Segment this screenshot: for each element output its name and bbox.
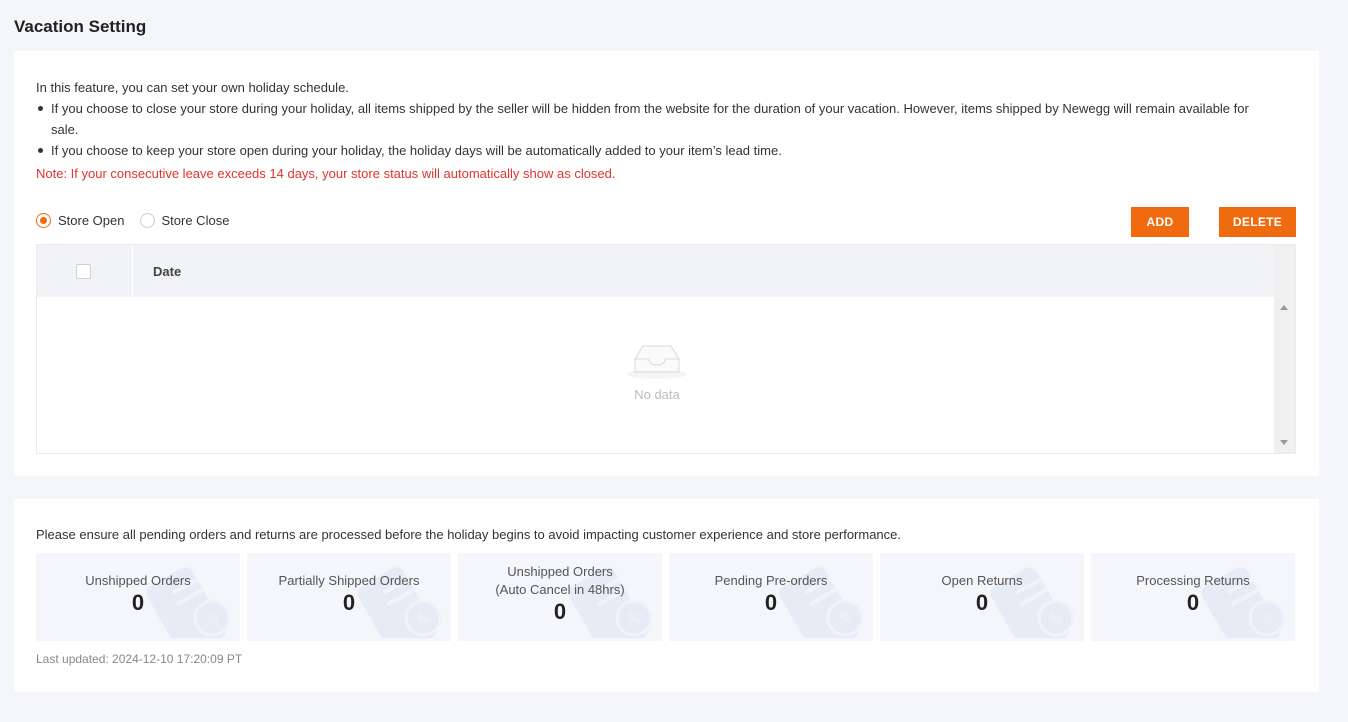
intro-line: In this feature, you can set your own ho… <box>36 80 349 95</box>
stat-label-line1: Unshipped Orders <box>85 573 191 588</box>
stat-tile[interactable]: Unshipped Orders 0% <box>36 553 240 641</box>
last-updated: Last updated: 2024-12-10 17:20:09 PT <box>36 652 243 666</box>
empty-inbox-icon <box>627 345 687 379</box>
stat-label-line1: Processing Returns <box>1136 573 1250 588</box>
stat-value: 0 <box>342 590 356 615</box>
add-button[interactable]: ADD <box>1131 207 1189 237</box>
select-all-checkbox[interactable] <box>76 264 91 279</box>
date-column-header[interactable]: Date <box>153 264 181 279</box>
stat-label: Open Returns <box>880 572 1084 590</box>
stat-label: Unshipped Orders (Auto Cancel in 48hrs) <box>458 563 662 599</box>
stat-value: 0 <box>553 599 567 624</box>
stats-row: Unshipped Orders 0% Partially Shipped Orde… <box>36 553 1295 641</box>
store-close-label: Store Close <box>161 213 230 228</box>
stat-label: Partially Shipped Orders <box>247 572 451 590</box>
stat-value: 0 <box>975 590 989 615</box>
table-header: Date <box>37 245 1275 297</box>
radio-unchecked-icon[interactable] <box>139 213 155 228</box>
store-status-radio-group: Store Open Store Close <box>36 213 244 228</box>
stat-label-line1: Unshipped Orders <box>507 564 613 579</box>
stat-value: 0 <box>131 590 145 615</box>
store-open-radio[interactable]: Store Open <box>36 213 125 228</box>
page-title: Vacation Setting <box>14 17 147 36</box>
vacation-settings-card: In this feature, you can set your own ho… <box>14 51 1319 476</box>
stat-tile[interactable]: Pending Pre-orders 0% <box>669 553 873 641</box>
holiday-table: Date No data <box>36 244 1296 454</box>
stat-tile[interactable]: Unshipped Orders (Auto Cancel in 48hrs) 0% <box>458 553 662 641</box>
stat-label: Pending Pre-orders <box>669 572 873 590</box>
pending-notice: Please ensure all pending orders and ret… <box>36 527 902 542</box>
stat-label-line2: (Auto Cancel in 48hrs) <box>495 582 625 597</box>
stat-value: 0 <box>1186 590 1200 615</box>
stat-tile[interactable]: Open Returns 0% <box>880 553 1084 641</box>
empty-state: No data <box>617 341 697 402</box>
stat-tile[interactable]: Processing Returns 0% <box>1091 553 1295 641</box>
scroll-down-arrow-icon[interactable] <box>1280 440 1288 445</box>
leave-note: Note: If your consecutive leave exceeds … <box>36 166 616 181</box>
delete-button[interactable]: DELETE <box>1219 207 1296 237</box>
bullet-close-store: If you choose to close your store during… <box>36 98 1276 140</box>
bullet-open-store: If you choose to keep your store open du… <box>36 140 1276 161</box>
store-close-radio[interactable]: Store Close <box>139 213 230 228</box>
scroll-up-arrow-icon[interactable] <box>1280 305 1288 310</box>
no-data-text: No data <box>634 387 680 402</box>
store-open-label: Store Open <box>58 213 125 228</box>
intro-text: In this feature, you can set your own ho… <box>36 77 1276 161</box>
radio-checked-icon[interactable] <box>36 213 51 228</box>
stat-label: Unshipped Orders <box>36 572 240 590</box>
select-all-cell <box>37 245 133 297</box>
stat-label-line1: Partially Shipped Orders <box>278 573 420 588</box>
stat-value: 0 <box>764 590 778 615</box>
intro-bullets: If you choose to close your store during… <box>36 98 1276 161</box>
pending-orders-card: Please ensure all pending orders and ret… <box>14 499 1319 692</box>
table-scrollbar[interactable] <box>1274 245 1295 453</box>
stat-label: Processing Returns <box>1091 572 1295 590</box>
stat-tile[interactable]: Partially Shipped Orders 0% <box>247 553 451 641</box>
stat-label-line1: Open Returns <box>941 573 1023 588</box>
stat-label-line1: Pending Pre-orders <box>714 573 828 588</box>
